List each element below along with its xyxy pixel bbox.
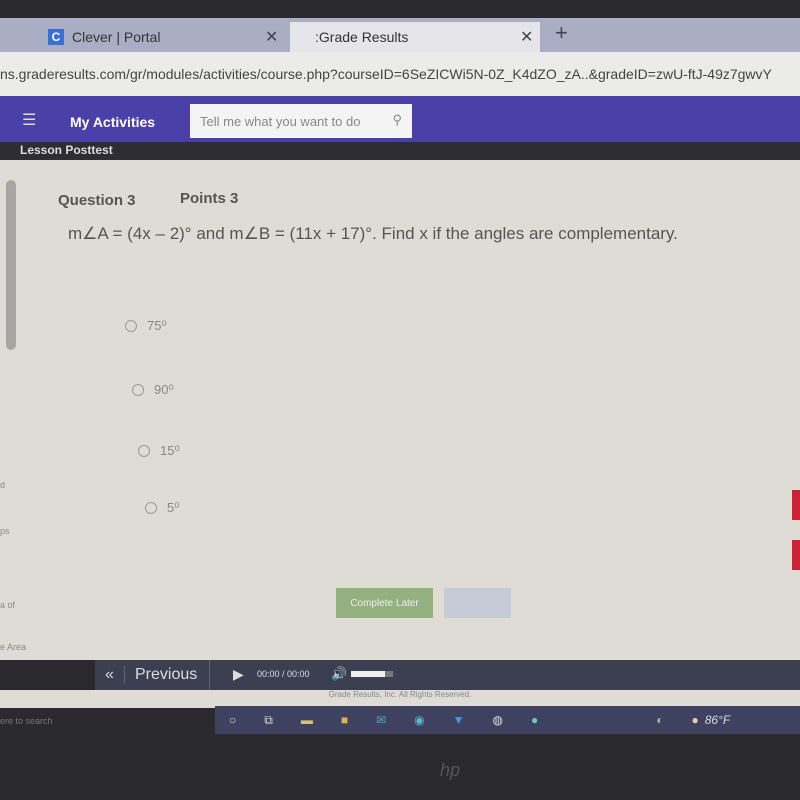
option-label: 5⁰ <box>167 500 180 515</box>
store-icon[interactable]: ■ <box>341 713 348 727</box>
radio-button[interactable] <box>132 384 144 396</box>
side-label: d <box>0 480 6 490</box>
option-label: 90⁰ <box>154 382 174 397</box>
search-input[interactable]: Tell me what you want to do ⚲ <box>190 104 412 138</box>
lesson-title: Lesson Posttest <box>0 142 800 160</box>
edge-icon[interactable]: ◉ <box>414 713 424 727</box>
close-icon[interactable]: ✕ <box>520 27 533 47</box>
weather-icon: ● <box>691 713 699 727</box>
search-placeholder: Tell me what you want to do <box>200 114 361 129</box>
temperature: 86°F <box>704 713 731 727</box>
tab-clever[interactable]: C Clever | Portal ✕ <box>0 22 290 52</box>
my-activities-link[interactable]: My Activities <box>70 114 155 130</box>
top-nav: ☰ My Activities Tell me what you want to… <box>0 96 800 142</box>
option-4[interactable]: 5⁰ <box>145 500 179 516</box>
tab-grade-results[interactable]: :Grade Results ✕ <box>290 22 540 52</box>
address-bar[interactable]: ns.graderesults.com/gr/modules/activitie… <box>0 52 800 96</box>
url-text: ns.graderesults.com/gr/modules/activitie… <box>0 66 772 82</box>
tab-label: :Grade Results <box>315 29 409 45</box>
option-1[interactable]: 75⁰ <box>125 318 167 334</box>
taskbar-search[interactable]: ere to search <box>0 716 53 726</box>
chrome-icon[interactable]: ● <box>531 713 538 727</box>
radio-button[interactable] <box>145 502 157 514</box>
player-bar: « Previous ▶ 00:00 / 00:00 🔊 <box>95 660 800 690</box>
hp-logo: hp <box>440 760 461 780</box>
question-panel: Question 3 Points 3 m∠A = (4x – 2)° and … <box>0 160 800 660</box>
side-label: a of <box>0 600 16 610</box>
option-label: 15⁰ <box>160 443 180 458</box>
option-label: 75⁰ <box>147 318 167 333</box>
search-icon[interactable]: ⚲ <box>392 112 402 128</box>
side-label: ps <box>0 526 10 536</box>
new-tab-icon[interactable]: + <box>555 20 568 46</box>
question-points: Points 3 <box>180 190 239 207</box>
play-icon[interactable]: ▶ <box>233 666 244 683</box>
question-number: Question 3 <box>58 192 136 209</box>
scrollbar[interactable] <box>6 180 16 350</box>
volume-slider[interactable] <box>351 671 393 677</box>
cortana-icon[interactable]: ○ <box>229 713 236 727</box>
option-3[interactable]: 15⁰ <box>138 443 180 459</box>
double-chevron-left-icon: « <box>95 666 125 684</box>
tab-bar: ✕ C Clever | Portal ✕ :Grade Results ✕ + <box>0 18 800 52</box>
submit-button[interactable] <box>444 588 511 618</box>
app-icon[interactable]: ◐ <box>656 713 663 727</box>
radio-button[interactable] <box>125 320 137 332</box>
complete-later-button[interactable]: Complete Later <box>336 588 433 618</box>
close-icon[interactable]: ✕ <box>265 27 278 47</box>
previous-label: Previous <box>135 666 198 683</box>
task-view-icon[interactable]: ⧉ <box>264 713 273 728</box>
taskbar: ○ ⧉ ▬ ■ ✉ ◉ ▼ ◍ ● ◐ ● 86°F <box>215 706 800 734</box>
option-2[interactable]: 90⁰ <box>132 382 174 398</box>
previous-button[interactable]: « Previous <box>95 660 210 690</box>
volume-icon[interactable]: 🔊 <box>331 666 347 682</box>
question-text: m∠A = (4x – 2)° and m∠B = (11x + 17)°. F… <box>68 224 678 243</box>
time-readout: 00:00 / 00:00 <box>257 669 310 679</box>
app-icon[interactable]: ▼ <box>453 713 465 727</box>
clever-icon: C <box>48 29 64 45</box>
app-icon[interactable]: ◍ <box>493 713 503 727</box>
side-tab[interactable] <box>792 540 800 570</box>
tab-label: Clever | Portal <box>72 29 161 45</box>
side-tab[interactable] <box>792 490 800 520</box>
side-label: e Area <box>0 642 27 652</box>
menu-icon[interactable]: ☰ <box>22 110 36 130</box>
radio-button[interactable] <box>138 445 150 457</box>
mail-icon[interactable]: ✉ <box>376 713 386 727</box>
file-explorer-icon[interactable]: ▬ <box>301 713 313 727</box>
